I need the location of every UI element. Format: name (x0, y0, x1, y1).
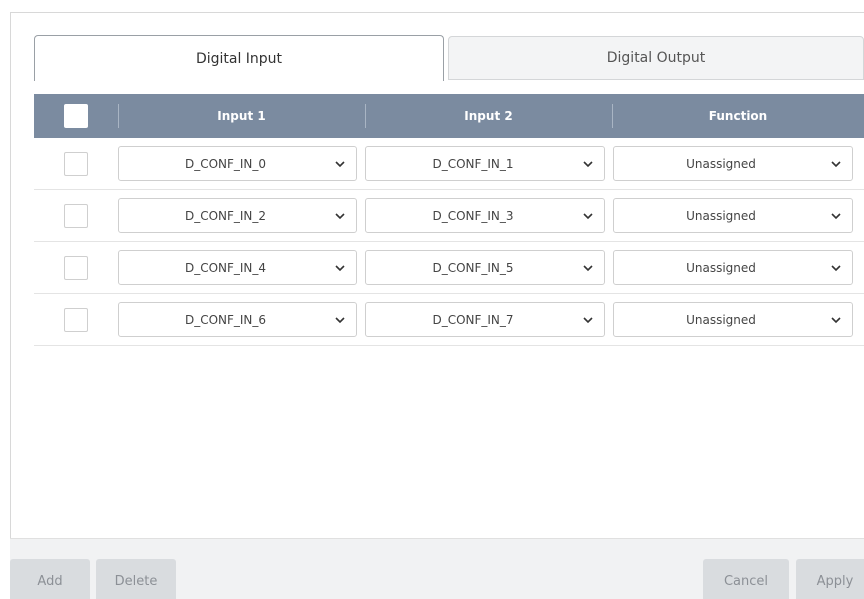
function-select[interactable]: Unassigned (613, 250, 853, 285)
header-function-label: Function (708, 109, 768, 123)
function-select[interactable]: Unassigned (613, 146, 853, 181)
table-row: D_CONF_IN_2 D_CONF_IN_3 Unassigned (34, 190, 864, 242)
input1-select[interactable]: D_CONF_IN_2 (118, 198, 357, 233)
input2-value: D_CONF_IN_3 (432, 208, 514, 223)
row-checkbox[interactable] (64, 203, 88, 228)
input1-select[interactable]: D_CONF_IN_6 (118, 302, 357, 337)
chevron-down-icon (583, 161, 593, 168)
header-input2-label: Input 2 (464, 109, 513, 123)
footer-bar: Add Delete Cancel Apply (10, 538, 864, 599)
row-checkbox[interactable] (64, 151, 88, 176)
chevron-down-icon (831, 265, 841, 272)
chevron-down-icon (335, 213, 345, 220)
table-body: D_CONF_IN_0 D_CONF_IN_1 Unassigned D_CON… (34, 138, 864, 346)
row-checkbox-cell (34, 255, 118, 280)
chevron-down-icon (335, 317, 345, 324)
input1-value: D_CONF_IN_6 (184, 312, 267, 327)
table-row: D_CONF_IN_4 D_CONF_IN_5 Unassigned (34, 242, 864, 294)
delete-button[interactable]: Delete (96, 559, 176, 599)
chevron-down-icon (583, 213, 593, 220)
input2-value: D_CONF_IN_7 (432, 312, 514, 327)
header-input1-label: Input 1 (217, 109, 266, 123)
cancel-button[interactable]: Cancel (703, 559, 789, 599)
function-value: Unassigned (686, 156, 756, 171)
apply-button[interactable]: Apply (796, 559, 864, 599)
input2-select[interactable]: D_CONF_IN_5 (365, 250, 605, 285)
function-value: Unassigned (686, 208, 756, 223)
input2-select[interactable]: D_CONF_IN_1 (365, 146, 605, 181)
header-divider (118, 104, 119, 128)
row-checkbox-cell (34, 203, 118, 228)
input2-select[interactable]: D_CONF_IN_7 (365, 302, 605, 337)
function-value: Unassigned (686, 260, 756, 275)
function-value: Unassigned (686, 312, 756, 327)
table-header: Input 1 Input 2 Function (34, 94, 864, 138)
header-input2: Input 2 (365, 94, 612, 138)
chevron-down-icon (831, 213, 841, 220)
input1-select[interactable]: D_CONF_IN_4 (118, 250, 357, 285)
chevron-down-icon (831, 317, 841, 324)
table-row: D_CONF_IN_0 D_CONF_IN_1 Unassigned (34, 138, 864, 190)
chevron-down-icon (583, 265, 593, 272)
header-divider (365, 104, 366, 128)
tab-bar: Digital Input Digital Output (34, 35, 864, 81)
input2-select[interactable]: D_CONF_IN_3 (365, 198, 605, 233)
input2-value: D_CONF_IN_1 (432, 156, 514, 171)
tab-digital-output[interactable]: Digital Output (448, 36, 864, 80)
chevron-down-icon (831, 161, 841, 168)
header-checkbox-cell (34, 94, 118, 138)
function-select[interactable]: Unassigned (613, 302, 853, 337)
input1-value: D_CONF_IN_4 (184, 260, 267, 275)
chevron-down-icon (335, 161, 345, 168)
header-function: Function (612, 94, 864, 138)
table-row: D_CONF_IN_6 D_CONF_IN_7 Unassigned (34, 294, 864, 346)
select-all-checkbox[interactable] (64, 104, 88, 128)
input2-value: D_CONF_IN_5 (432, 260, 514, 275)
function-select[interactable]: Unassigned (613, 198, 853, 233)
header-input1: Input 1 (118, 94, 365, 138)
row-checkbox[interactable] (64, 307, 88, 332)
input1-value: D_CONF_IN_0 (184, 156, 267, 171)
add-button[interactable]: Add (10, 559, 90, 599)
row-checkbox[interactable] (64, 255, 88, 280)
chevron-down-icon (583, 317, 593, 324)
header-divider (612, 104, 613, 128)
input1-value: D_CONF_IN_2 (184, 208, 267, 223)
input1-select[interactable]: D_CONF_IN_0 (118, 146, 357, 181)
row-checkbox-cell (34, 307, 118, 332)
chevron-down-icon (335, 265, 345, 272)
tab-digital-input[interactable]: Digital Input (34, 35, 444, 81)
row-checkbox-cell (34, 151, 118, 176)
